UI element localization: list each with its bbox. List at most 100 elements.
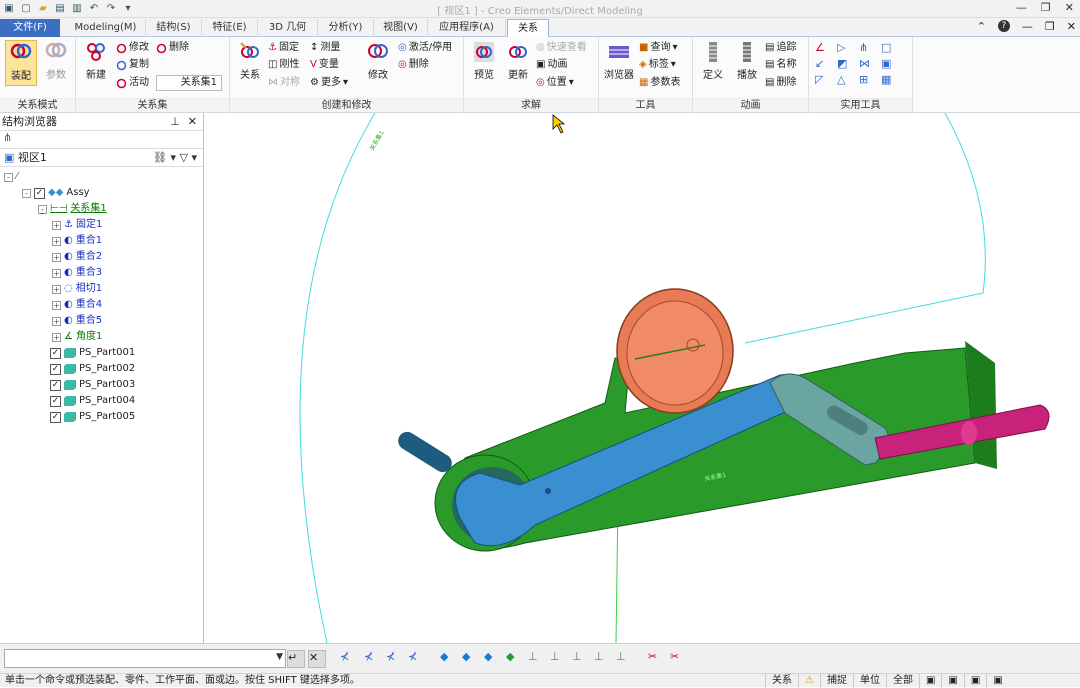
more-button[interactable]: ⚙ 更多 ▾: [310, 75, 348, 91]
relation-button[interactable]: 关系: [234, 40, 266, 86]
tab-file[interactable]: 文件(F): [0, 19, 60, 37]
pin-icon[interactable]: ⊥: [170, 113, 180, 131]
tree-relation-item[interactable]: + ◐ 重合1: [52, 233, 102, 249]
status-icon-3[interactable]: ▣: [963, 674, 986, 688]
view-cmd-1-icon[interactable]: ⊀: [340, 650, 358, 668]
status-icon-4[interactable]: ▣: [986, 674, 1008, 688]
chevron-down-icon[interactable]: ▼: [276, 652, 283, 662]
part-checkbox[interactable]: ✓: [50, 347, 61, 359]
tree-relation-item[interactable]: + ⚓ 固定1: [52, 217, 102, 233]
command-input[interactable]: ▼: [4, 649, 286, 668]
part-checkbox[interactable]: ✓: [50, 379, 61, 391]
tree-part-item[interactable]: ✓ PS_Part002: [38, 361, 135, 377]
corner-icon[interactable]: ◸: [815, 73, 837, 86]
grid-icon[interactable]: ⊞: [859, 73, 881, 86]
new-set-button[interactable]: 新建: [80, 40, 112, 86]
help-icon[interactable]: ?: [997, 20, 1010, 32]
snap-icon[interactable]: ⋔: [859, 41, 881, 54]
browser-button[interactable]: 浏览器: [603, 40, 635, 86]
face-view-4-icon[interactable]: ⊥: [594, 650, 612, 668]
tab-applications[interactable]: 应用程序(A): [428, 19, 506, 37]
render-mode-2-icon[interactable]: ✂: [670, 650, 688, 668]
cube-view-3-icon[interactable]: ◆: [484, 650, 502, 668]
preview-button[interactable]: 预览: [468, 40, 500, 86]
3d-viewport[interactable]: 关系集1 关系集1: [205, 113, 1080, 643]
table-icon[interactable]: ▦: [881, 73, 903, 86]
assembly-checkbox[interactable]: ✓: [34, 187, 45, 199]
position-button[interactable]: ◎ 位置 ▾: [536, 75, 574, 91]
update-button[interactable]: 更新: [502, 40, 534, 86]
doc-minimize-button[interactable]: —: [1022, 20, 1033, 33]
symmetric-button[interactable]: ⋈ 对称: [268, 75, 300, 91]
face-view-3-icon[interactable]: ⊥: [572, 650, 590, 668]
parameters-button[interactable]: 参数: [40, 40, 72, 86]
doc-close-button[interactable]: ✕: [1067, 20, 1076, 33]
cancel-button[interactable]: ✕: [308, 650, 326, 668]
param-table-button[interactable]: ▦ 参数表: [639, 75, 680, 91]
activate-button[interactable]: ◎ 激活/停用: [398, 40, 452, 56]
split-icon[interactable]: ⋈: [859, 57, 881, 70]
tree-relation-item[interactable]: + ◐ 重合4: [52, 297, 102, 313]
quick-check-button[interactable]: ◎ 快速查看: [536, 40, 587, 56]
modify-set-button[interactable]: 修改: [116, 40, 149, 56]
animate-button[interactable]: ▣ 动画: [536, 57, 567, 73]
angle-icon[interactable]: ∠: [815, 41, 837, 54]
variable-button[interactable]: V 变量: [310, 57, 339, 73]
tab-features[interactable]: 特征(E): [202, 19, 258, 37]
query-button[interactable]: ■ 查询 ▾: [639, 40, 677, 56]
cube-view-1-icon[interactable]: ◆: [440, 650, 458, 668]
measure-button[interactable]: ↕ 测量: [310, 40, 340, 56]
tab-structure[interactable]: 结构(S): [146, 19, 202, 37]
restore-button[interactable]: ❐: [1041, 1, 1051, 14]
ribbon-collapse-icon[interactable]: ⌃: [977, 20, 986, 33]
filter-icon[interactable]: ▽: [180, 151, 188, 164]
tree-relation-item[interactable]: + ◐ 重合3: [52, 265, 102, 281]
tab-3d-geometry[interactable]: 3D 几何: [258, 19, 318, 37]
track-button[interactable]: ▤ 追踪: [765, 40, 796, 56]
tree-view-icon[interactable]: ⋔: [3, 131, 12, 144]
tab-relations[interactable]: 关系: [507, 19, 549, 37]
render-mode-1-icon[interactable]: ✂: [648, 650, 666, 668]
part-checkbox[interactable]: ✓: [50, 363, 61, 375]
face-view-2-icon[interactable]: ⊥: [550, 650, 568, 668]
pyramid-icon[interactable]: △: [837, 73, 859, 86]
tree-root[interactable]: - ⁄: [4, 169, 18, 185]
tree-relation-item[interactable]: + ◐ 重合2: [52, 249, 102, 265]
part-checkbox[interactable]: ✓: [50, 411, 61, 423]
delete-animation-button[interactable]: ▤ 删除: [765, 75, 796, 91]
rigid-button[interactable]: ◫ 刚性: [268, 57, 299, 73]
tree-part-item[interactable]: ✓ PS_Part004: [38, 393, 135, 409]
tree-part-item[interactable]: ✓ PS_Part003: [38, 377, 135, 393]
view-cmd-4-icon[interactable]: ⊀: [408, 650, 426, 668]
name-button[interactable]: ▤ 名称: [765, 57, 796, 73]
tree-relation-item[interactable]: + ◌ 相切1: [52, 281, 102, 297]
status-relations[interactable]: 关系: [765, 674, 798, 688]
active-set-select[interactable]: 关系集1: [156, 75, 222, 91]
status-units[interactable]: 单位: [852, 674, 886, 688]
define-button[interactable]: 定义: [697, 40, 729, 86]
delete-set-button[interactable]: 删除: [156, 40, 189, 56]
delete-relation-button[interactable]: ◎ 删除: [398, 57, 429, 73]
tree-part-item[interactable]: ✓ PS_Part001: [38, 345, 135, 361]
arrow-icon[interactable]: ↙: [815, 57, 837, 70]
status-catch[interactable]: 捕捉: [819, 674, 853, 688]
close-button[interactable]: ✕: [1065, 1, 1074, 14]
view-cmd-2-icon[interactable]: ⊀: [364, 650, 382, 668]
rectangle-icon[interactable]: □: [881, 41, 903, 54]
face-view-1-icon[interactable]: ⊥: [528, 650, 546, 668]
minimize-button[interactable]: —: [1016, 1, 1027, 14]
part-checkbox[interactable]: ✓: [50, 395, 61, 407]
tab-view[interactable]: 视图(V): [374, 19, 428, 37]
status-filter[interactable]: 全部: [885, 674, 919, 688]
view-cmd-3-icon[interactable]: ⊀: [386, 650, 404, 668]
tag-button[interactable]: ◈ 标签 ▾: [639, 57, 676, 73]
left-shaft[interactable]: [395, 428, 455, 475]
tree-relation-set[interactable]: - ⊢⊣ 关系集1: [38, 201, 107, 217]
status-icon-2[interactable]: ▣: [941, 674, 963, 688]
tree-relation-item[interactable]: + ∡ 角度1: [52, 329, 102, 345]
close-icon[interactable]: ✕: [188, 113, 197, 131]
tab-modeling[interactable]: Modeling(M): [66, 19, 146, 37]
tree-assembly[interactable]: - ✓ ◆◆ Assy: [22, 185, 90, 201]
doc-restore-button[interactable]: ❐: [1045, 20, 1055, 33]
modify-relation-button[interactable]: 修改: [362, 40, 394, 86]
